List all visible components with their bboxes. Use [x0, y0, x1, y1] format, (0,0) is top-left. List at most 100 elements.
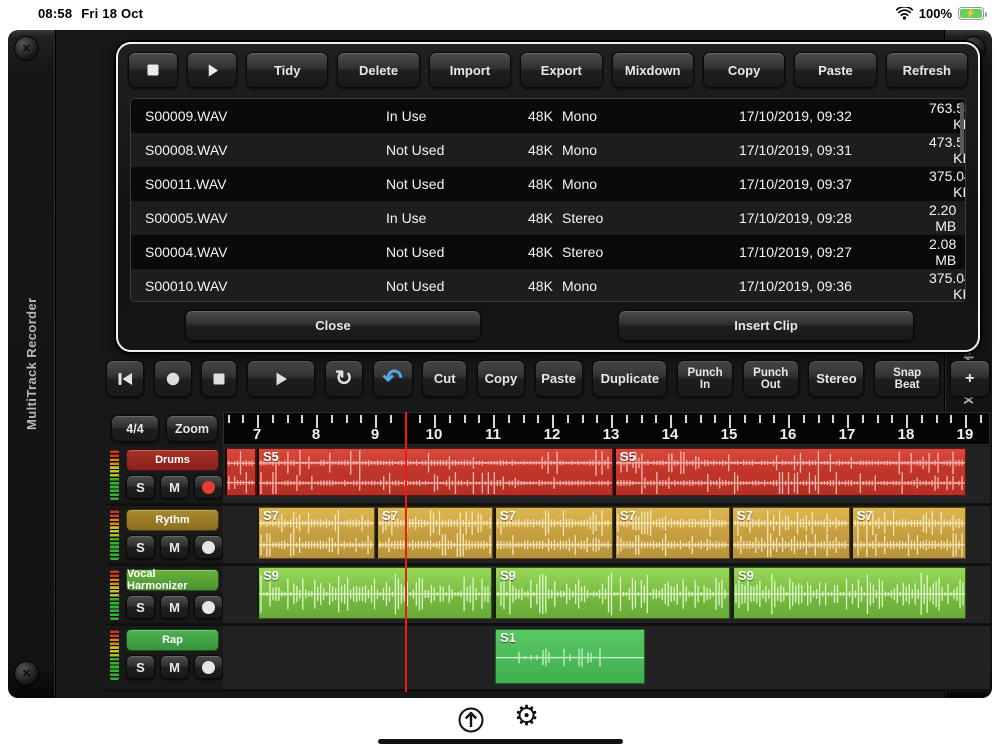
- audio-clip[interactable]: S7: [614, 507, 730, 559]
- export-button[interactable]: Export: [520, 52, 602, 88]
- audio-clip[interactable]: S9: [732, 567, 966, 619]
- stereo-button[interactable]: Stereo: [808, 360, 864, 397]
- duplicate-button[interactable]: Duplicate: [592, 360, 667, 397]
- insert-clip-button[interactable]: Insert Clip: [618, 310, 914, 341]
- snap-beat-button[interactable]: Snap Beat: [874, 360, 940, 397]
- track-name-button[interactable]: Rythm: [126, 509, 219, 531]
- share-upload-button[interactable]: [455, 704, 487, 741]
- solo-button[interactable]: S: [126, 535, 155, 559]
- audio-clip[interactable]: S9: [494, 567, 730, 619]
- file-channels: Mono: [562, 108, 739, 124]
- stop-button[interactable]: [201, 360, 237, 397]
- mixdown-button[interactable]: Mixdown: [612, 52, 694, 88]
- mute-button[interactable]: M: [160, 475, 189, 499]
- ruler-tick: [537, 415, 539, 423]
- time-signature-button[interactable]: 4/4: [111, 415, 159, 442]
- playhead[interactable]: [405, 412, 407, 692]
- track-name-button[interactable]: Drums: [126, 449, 219, 471]
- arm-record-button[interactable]: [194, 595, 223, 619]
- play-button[interactable]: [247, 360, 315, 397]
- track-lane[interactable]: S7 S7 S7 S7: [223, 506, 990, 563]
- file-row[interactable]: S00011.WAVNot Used48KMono17/10/2019, 09:…: [131, 167, 965, 201]
- loop-icon: ↻: [335, 366, 353, 391]
- refresh-button[interactable]: Refresh: [886, 52, 968, 88]
- status-date: Fri 18 Oct: [81, 6, 143, 21]
- ruler-tick: [773, 415, 775, 423]
- track-lane[interactable]: S5 S5: [223, 446, 990, 503]
- file-row[interactable]: S00004.WAVNot Used48KStereo17/10/2019, 0…: [131, 235, 965, 269]
- bar-number: 12: [544, 426, 561, 443]
- ruler-tick: [877, 415, 879, 423]
- file-rate: 48K: [528, 244, 562, 260]
- paste-file-button[interactable]: Paste: [794, 52, 876, 88]
- bar-number: 19: [957, 426, 974, 443]
- scrollbar[interactable]: [960, 102, 964, 154]
- punch-in-button[interactable]: Punch In: [677, 360, 733, 397]
- file-row[interactable]: S00010.WAVNot Used48KMono17/10/2019, 09:…: [131, 269, 965, 302]
- preview-play-button[interactable]: [187, 52, 237, 88]
- audio-clip[interactable]: S7: [731, 507, 850, 559]
- audio-clip[interactable]: S5: [614, 448, 966, 496]
- ruler-tick: [847, 415, 849, 428]
- mute-button[interactable]: M: [160, 655, 189, 679]
- ruler-tick: [360, 415, 362, 423]
- audio-clip[interactable]: S7: [851, 507, 966, 559]
- ruler-tick: [626, 415, 628, 423]
- delete-button[interactable]: Delete: [337, 52, 419, 88]
- solo-button[interactable]: S: [126, 595, 155, 619]
- ruler-tick: [228, 415, 230, 423]
- record-button[interactable]: [154, 360, 192, 397]
- audio-clip[interactable]: S5: [257, 448, 613, 496]
- close-button[interactable]: Close: [185, 310, 481, 341]
- track-header: Drums S M: [106, 446, 223, 503]
- arm-record-button[interactable]: [194, 535, 223, 559]
- track-name-button[interactable]: Vocal Harmonizer: [126, 569, 219, 591]
- settings-button[interactable]: ⚙: [514, 700, 539, 732]
- arm-record-button[interactable]: [194, 475, 223, 499]
- audio-clip[interactable]: S1: [495, 629, 645, 684]
- file-row[interactable]: S00008.WAVNot Used48KMono17/10/2019, 09:…: [131, 133, 965, 167]
- file-row[interactable]: S00009.WAVIn Use48KMono17/10/2019, 09:32…: [131, 99, 965, 133]
- file-size: 375.04 KB: [929, 168, 966, 200]
- mute-button[interactable]: M: [160, 595, 189, 619]
- ruler-tick: [980, 415, 982, 423]
- audio-clip[interactable]: S7: [494, 507, 613, 559]
- arm-record-button[interactable]: [194, 655, 223, 679]
- tidy-button[interactable]: Tidy: [246, 52, 328, 88]
- loop-button[interactable]: ↻: [325, 360, 363, 397]
- file-date: 17/10/2019, 09:37: [739, 176, 929, 192]
- file-row[interactable]: S00005.WAVIn Use48KStereo17/10/2019, 09:…: [131, 201, 965, 235]
- add-track-button[interactable]: +: [950, 360, 990, 397]
- ruler-tick: [670, 415, 672, 428]
- file-status: Not Used: [386, 176, 528, 192]
- track-name-button[interactable]: Rap: [126, 629, 219, 651]
- ruler-tick: [685, 415, 687, 423]
- file-status: Not Used: [386, 278, 528, 294]
- ruler-tick: [582, 415, 584, 423]
- rewind-to-start-button[interactable]: [106, 360, 144, 397]
- solo-button[interactable]: S: [126, 655, 155, 679]
- audio-clip[interactable]: S7: [376, 507, 493, 559]
- ruler-tick: [936, 415, 938, 423]
- track-lane[interactable]: S1: [223, 626, 990, 689]
- copy-button[interactable]: Copy: [477, 360, 525, 397]
- track-lane[interactable]: S9 S9 S9: [223, 566, 990, 623]
- audio-clip[interactable]: [225, 448, 256, 496]
- zoom-button[interactable]: Zoom: [166, 415, 218, 442]
- timeline-ruler[interactable]: 7 8 9 10 11 12 13 14 15 16 17 18 19: [223, 412, 990, 445]
- home-indicator[interactable]: [378, 739, 623, 744]
- import-button[interactable]: Import: [429, 52, 511, 88]
- record-arm-icon: [202, 541, 215, 554]
- paste-button[interactable]: Paste: [535, 360, 583, 397]
- audio-clip[interactable]: S7: [257, 507, 375, 559]
- undo-button[interactable]: ↶: [373, 360, 413, 397]
- file-status: Not Used: [386, 244, 528, 260]
- mute-button[interactable]: M: [160, 535, 189, 559]
- preview-stop-button[interactable]: [128, 52, 178, 88]
- file-rate: 48K: [528, 278, 562, 294]
- cut-button[interactable]: Cut: [422, 360, 467, 397]
- copy-file-button[interactable]: Copy: [703, 52, 785, 88]
- audio-clip[interactable]: S9: [257, 567, 492, 619]
- solo-button[interactable]: S: [126, 475, 155, 499]
- punch-out-button[interactable]: Punch Out: [743, 360, 799, 397]
